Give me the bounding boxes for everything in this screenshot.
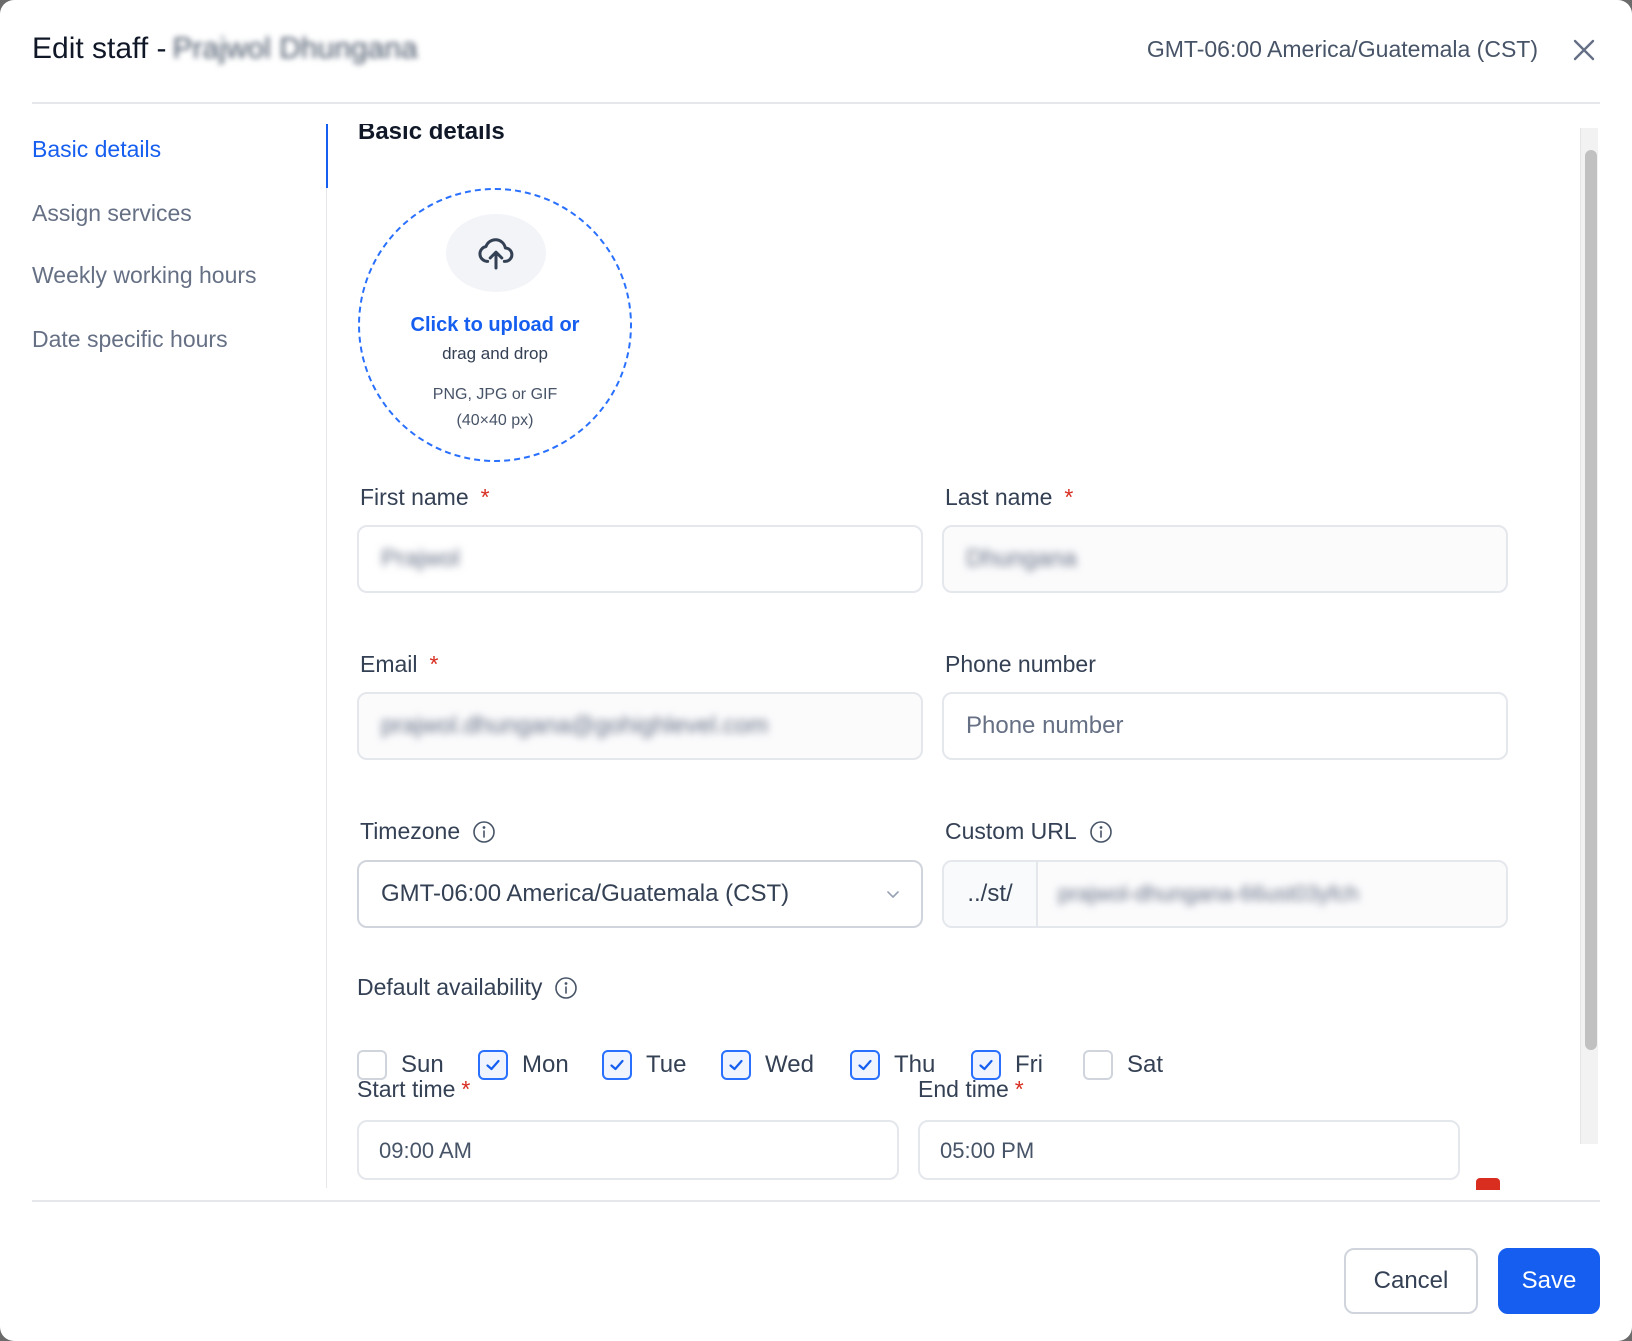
required-mark: * (429, 651, 439, 677)
end-time-label: End time * (918, 1076, 1024, 1103)
modal-header: Edit staff - Prajwol Dhungana GMT-06:00 A… (32, 0, 1600, 104)
check-icon (979, 1059, 993, 1071)
avatar-upload-dropzone[interactable]: Click to upload or drag and drop PNG, JP… (358, 188, 632, 462)
sidebar-item-basic-details[interactable]: Basic details (32, 136, 161, 163)
check-icon (729, 1059, 743, 1071)
upload-icon-circle (446, 214, 546, 292)
required-mark: * (1014, 1076, 1024, 1102)
start-time-label: Start time * (357, 1076, 470, 1103)
title-prefix: Edit staff - (32, 32, 167, 65)
sidebar-divider (326, 188, 327, 1188)
delete-icon[interactable] (1476, 1178, 1500, 1190)
day-label: Thu (894, 1051, 936, 1078)
day-checkbox-mon[interactable]: Mon (478, 1050, 569, 1080)
modal-title: Edit staff - Prajwol Dhungana (32, 32, 418, 66)
header-timezone: GMT-06:00 America/Guatemala (CST) (1146, 36, 1538, 62)
checkbox-checked[interactable] (602, 1050, 632, 1080)
email-input[interactable]: prajwol.dhungana@gohighlevel.com (357, 692, 923, 760)
check-icon (486, 1059, 500, 1071)
check-icon (858, 1059, 872, 1071)
end-time-label-text: End time (918, 1076, 1009, 1102)
cancel-button[interactable]: Cancel (1344, 1248, 1478, 1314)
timezone-label: Timezone (360, 818, 496, 845)
checkbox[interactable] (1083, 1050, 1113, 1080)
required-mark: * (1064, 484, 1074, 510)
info-icon[interactable] (472, 820, 496, 844)
end-time-value: 05:00 PM (940, 1138, 1035, 1163)
last-name-label: Last name * (945, 484, 1073, 511)
first-name-label-text: First name (360, 484, 469, 510)
day-checkbox-tue[interactable]: Tue (602, 1050, 686, 1080)
last-name-input[interactable]: Dhungana (942, 525, 1508, 593)
edit-staff-modal: Edit staff - Prajwol Dhungana GMT-06:00 A… (0, 0, 1632, 1341)
end-time-input[interactable]: 05:00 PM (918, 1120, 1460, 1180)
day-label: Wed (765, 1051, 814, 1078)
first-name-input[interactable]: Prajwol (357, 525, 923, 593)
start-time-input[interactable]: 09:00 AM (357, 1120, 899, 1180)
day-label: Tue (646, 1051, 687, 1078)
custom-url-input[interactable]: ../st/ prajwol-dhungana-66ust03yfch (942, 860, 1508, 928)
first-name-value: Prajwol (381, 545, 460, 572)
first-name-label: First name * (360, 484, 490, 511)
close-icon (1573, 39, 1595, 61)
required-mark: * (461, 1076, 471, 1102)
staff-name: Prajwol Dhungana (172, 32, 418, 65)
custom-url-label-text: Custom URL (945, 818, 1077, 844)
chevron-down-icon (887, 891, 899, 898)
active-indicator (326, 124, 328, 188)
info-icon[interactable] (554, 976, 578, 1000)
day-label: Fri (1015, 1051, 1043, 1078)
check-icon (610, 1059, 624, 1071)
upload-drag-text: drag and drop (442, 344, 548, 363)
phone-input[interactable] (942, 692, 1508, 760)
phone-label-text: Phone number (945, 651, 1096, 677)
last-name-value: Dhungana (966, 545, 1077, 572)
timezone-label-text: Timezone (360, 818, 461, 844)
custom-url-prefix: ../st/ (944, 862, 1038, 926)
info-icon[interactable] (1089, 820, 1113, 844)
checkbox-checked[interactable] (721, 1050, 751, 1080)
email-label-text: Email (360, 651, 418, 677)
email-value: prajwol.dhungana@gohighlevel.com (381, 712, 769, 739)
last-name-label-text: Last name (945, 484, 1053, 510)
day-label: Mon (522, 1051, 569, 1078)
sidebar-item-date-specific-hours[interactable]: Date specific hours (32, 326, 228, 353)
day-label: Sat (1127, 1051, 1164, 1078)
default-availability-label: Default availability (357, 974, 578, 1001)
timezone-value: GMT-06:00 America/Guatemala (CST) (381, 880, 790, 907)
checkbox-checked[interactable] (478, 1050, 508, 1080)
start-time-label-text: Start time (357, 1076, 456, 1102)
upload-cta-link[interactable]: Click to upload or (360, 314, 630, 337)
email-label: Email * (360, 651, 438, 678)
checkbox-checked[interactable] (850, 1050, 880, 1080)
sidebar-nav: Basic details Assign services Weekly wor… (32, 124, 328, 1188)
footer-divider (32, 1200, 1600, 1202)
custom-url-label: Custom URL (945, 818, 1113, 845)
sidebar-item-assign-services[interactable]: Assign services (32, 200, 192, 227)
start-time-value: 09:00 AM (379, 1138, 472, 1163)
default-availability-label-text: Default availability (357, 974, 543, 1000)
upload-formats: PNG, JPG or GIF (432, 386, 558, 403)
content-scrollbar[interactable] (1580, 128, 1598, 1144)
section-title: Basic details (358, 124, 505, 145)
day-checkbox-sat[interactable]: Sat (1083, 1050, 1163, 1080)
day-label: Sun (401, 1051, 444, 1078)
day-checkbox-wed[interactable]: Wed (721, 1050, 814, 1080)
upload-cloud-icon (478, 238, 514, 270)
timezone-select[interactable]: GMT-06:00 America/Guatemala (CST) (357, 860, 923, 928)
save-button[interactable]: Save (1498, 1248, 1600, 1314)
phone-label: Phone number (945, 651, 1096, 678)
required-mark: * (480, 484, 490, 510)
close-button[interactable] (1568, 34, 1600, 66)
scrollbar-thumb[interactable] (1585, 150, 1597, 1050)
sidebar-item-weekly-working-hours[interactable]: Weekly working hours (32, 262, 257, 289)
basic-details-panel: Basic details Click to upload or drag an… (346, 124, 1576, 1190)
upload-size-hint: (40×40 px) (456, 412, 534, 429)
custom-url-value: prajwol-dhungana-66ust03yfch (1058, 881, 1359, 906)
